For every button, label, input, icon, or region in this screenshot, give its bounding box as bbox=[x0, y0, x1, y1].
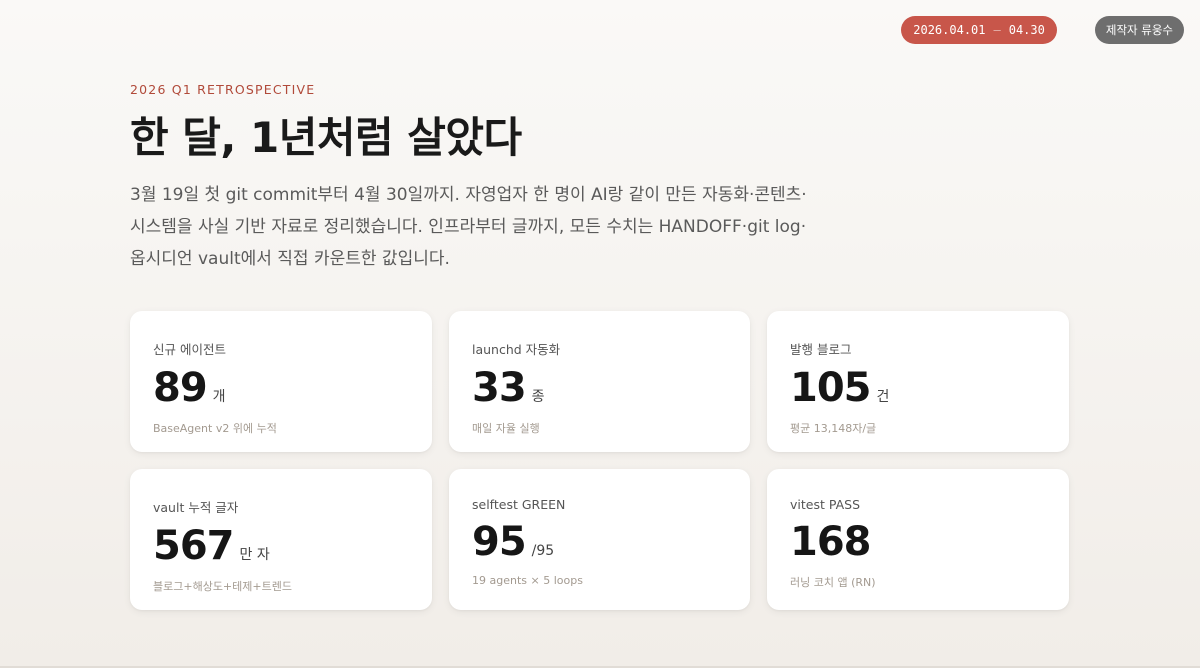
hero-section: 2026 Q1 RETROSPECTIVE 한 달, 1년처럼 살았다 3월 1… bbox=[130, 82, 810, 275]
intro-paragraph: 3월 19일 첫 git commit부터 4월 30일까지. 자영업자 한 명… bbox=[130, 185, 807, 270]
eyebrow-label: 2026 Q1 RETROSPECTIVE bbox=[130, 82, 316, 97]
stat-label: 신규 에이전트 bbox=[153, 342, 226, 357]
date-end: 04.30 bbox=[1008, 23, 1045, 37]
top-bar: 2026.04.01 — 04.30 제작자 류웅수 bbox=[901, 16, 1184, 44]
stat-value-row: 105 건 bbox=[790, 368, 1047, 408]
stat-label: vitest PASS bbox=[790, 497, 861, 512]
stat-label: launchd 자동화 bbox=[472, 342, 561, 357]
stats-grid: 신규 에이전트 89 개 BaseAgent v2 위에 누적 launchd … bbox=[130, 311, 1069, 610]
stat-card-agents: 신규 에이전트 89 개 BaseAgent v2 위에 누적 bbox=[130, 311, 432, 452]
stat-card-vault: vault 누적 글자 567 만 자 블로그+해상도+테제+트렌드 bbox=[130, 469, 432, 610]
stat-value-row: 567 만 자 bbox=[153, 526, 410, 566]
stat-caption: BaseAgent v2 위에 누적 bbox=[153, 422, 277, 435]
stat-caption: 블로그+해상도+테제+트렌드 bbox=[153, 580, 292, 593]
stat-unit: 만 자 bbox=[239, 547, 270, 563]
stat-value: 567 bbox=[153, 523, 234, 569]
stat-unit: 개 bbox=[212, 389, 226, 405]
stat-unit: 종 bbox=[531, 389, 545, 405]
stat-label: vault 누적 글자 bbox=[153, 500, 239, 515]
stat-caption: 평균 13,148자/글 bbox=[790, 422, 877, 435]
stat-unit: /95 bbox=[531, 543, 555, 559]
stat-card-vitest: vitest PASS 168 러닝 코치 앱 (RN) bbox=[767, 469, 1069, 610]
stat-card-selftest: selftest GREEN 95 /95 19 agents × 5 loop… bbox=[449, 469, 750, 610]
stat-value-row: 95 /95 bbox=[472, 522, 728, 562]
stat-value: 95 bbox=[472, 519, 527, 565]
stat-value-row: 33 종 bbox=[472, 368, 728, 408]
stat-value-row: 89 개 bbox=[153, 368, 410, 408]
stat-caption: 19 agents × 5 loops bbox=[472, 574, 583, 587]
stat-caption: 매일 자율 실행 bbox=[472, 422, 540, 435]
stat-unit: 건 bbox=[876, 389, 890, 405]
date-range-pill: 2026.04.01 — 04.30 bbox=[901, 16, 1057, 44]
maker-badge: 제작자 류웅수 bbox=[1094, 16, 1184, 44]
stat-value: 105 bbox=[790, 365, 871, 411]
stat-caption: 러닝 코치 앱 (RN) bbox=[790, 576, 876, 589]
stat-value-row: 168 bbox=[790, 522, 1047, 562]
date-start: 2026.04.01 bbox=[913, 23, 986, 37]
stat-value: 168 bbox=[790, 519, 871, 565]
stat-card-launchd: launchd 자동화 33 종 매일 자율 실행 bbox=[449, 311, 750, 452]
stat-card-blog: 발행 블로그 105 건 평균 13,148자/글 bbox=[767, 311, 1069, 452]
stat-value: 89 bbox=[153, 365, 208, 411]
date-separator: — bbox=[993, 23, 1001, 37]
stat-value: 33 bbox=[472, 365, 527, 411]
stat-label: 발행 블로그 bbox=[790, 342, 852, 357]
page-title: 한 달, 1년처럼 살았다 bbox=[130, 113, 522, 162]
stat-label: selftest GREEN bbox=[472, 497, 566, 512]
